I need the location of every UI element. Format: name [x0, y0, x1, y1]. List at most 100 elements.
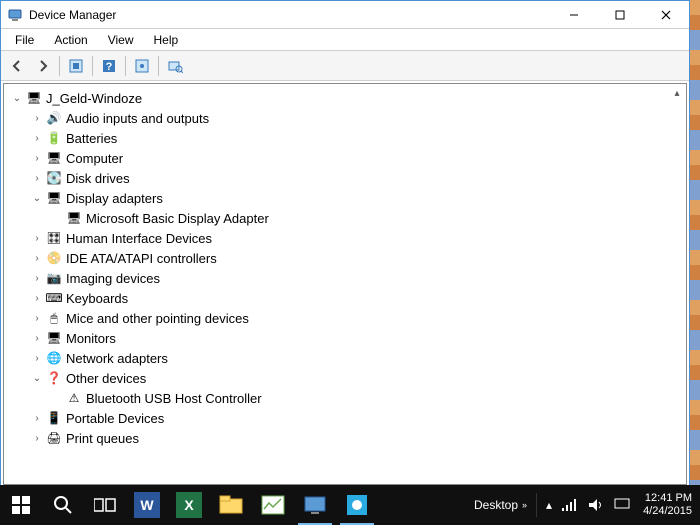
expand-arrow-icon[interactable]: › — [30, 351, 44, 365]
expand-arrow-icon[interactable]: › — [30, 311, 44, 325]
tree-node-label: J_Geld-Windoze — [46, 91, 142, 106]
tree-node[interactable]: ⚠ Bluetooth USB Host Controller — [6, 388, 684, 408]
show-hidden-button[interactable] — [64, 54, 88, 78]
taskview-button[interactable] — [84, 485, 126, 525]
search-button[interactable] — [42, 485, 84, 525]
collapse-arrow-icon[interactable]: ⌄ — [30, 371, 44, 385]
display-icon: 🖥 — [46, 190, 62, 206]
collapse-arrow-icon[interactable]: ⌄ — [30, 191, 44, 205]
tray-desktop-toolbar[interactable]: Desktop » — [469, 485, 532, 525]
tree-node-label: Display adapters — [66, 191, 163, 206]
computer-icon: 🖥 — [46, 150, 62, 166]
mouse-icon: 🖱 — [46, 310, 62, 326]
battery-icon: 🔋 — [46, 130, 62, 146]
back-button[interactable] — [5, 54, 29, 78]
tree-node[interactable]: ›📷 Imaging devices — [6, 268, 684, 288]
tree-node[interactable]: ⌄❓ Other devices — [6, 368, 684, 388]
tree-node-label: IDE ATA/ATAPI controllers — [66, 251, 217, 266]
tray-overflow-button[interactable]: ▴ — [541, 485, 557, 525]
tray-action-center-icon[interactable] — [609, 485, 635, 525]
tree-node[interactable]: ›🔋 Batteries — [6, 128, 684, 148]
monitor-icon: 🖥 — [46, 330, 62, 346]
expand-arrow-icon[interactable]: › — [30, 271, 44, 285]
tree-node[interactable]: ⌄🖥 Display adapters — [6, 188, 684, 208]
expand-arrow-icon[interactable]: › — [30, 111, 44, 125]
properties-button[interactable] — [130, 54, 154, 78]
expand-arrow-icon[interactable]: › — [30, 331, 44, 345]
forward-button[interactable] — [31, 54, 55, 78]
chevron-right-icon: » — [522, 500, 527, 510]
minimize-button[interactable] — [551, 1, 597, 29]
imaging-icon: 📷 — [46, 270, 62, 286]
tree-node-label: Keyboards — [66, 291, 128, 306]
tree-node[interactable]: ›⌨Keyboards — [6, 288, 684, 308]
warning-icon: ⚠ — [66, 390, 82, 406]
tree-node[interactable]: ›🔊Audio inputs and outputs — [6, 108, 684, 128]
taskbar-controlpanel[interactable] — [336, 485, 378, 525]
tree-node-label: Batteries — [66, 131, 117, 146]
taskbar-taskmgr[interactable] — [252, 485, 294, 525]
tree-node[interactable]: ›🖥 Computer — [6, 148, 684, 168]
tree-node-label: Audio inputs and outputs — [66, 111, 209, 126]
titlebar: Device Manager — [1, 1, 689, 29]
start-button[interactable] — [0, 485, 42, 525]
tray-volume-icon[interactable] — [583, 485, 609, 525]
tree-node[interactable]: 🖥Microsoft Basic Display Adapter — [6, 208, 684, 228]
taskbar-word[interactable]: W — [126, 485, 168, 525]
expand-arrow-icon[interactable]: › — [30, 411, 44, 425]
device-manager-window: Device Manager File Action View Help ? ▴… — [0, 0, 690, 488]
app-icon — [7, 7, 23, 23]
expand-arrow-icon[interactable]: › — [30, 131, 44, 145]
expand-arrow-icon[interactable]: › — [30, 291, 44, 305]
tree-node-label: Mice and other pointing devices — [66, 311, 249, 326]
tree-node[interactable]: ›🖥Monitors — [6, 328, 684, 348]
tree-node-label: Disk drives — [66, 171, 130, 186]
taskbar-excel[interactable]: X — [168, 485, 210, 525]
svg-text:W: W — [140, 497, 154, 513]
menu-action[interactable]: Action — [44, 31, 97, 49]
tree-node-label: Other devices — [66, 371, 146, 386]
menu-view[interactable]: View — [98, 31, 144, 49]
expand-arrow-icon[interactable]: › — [30, 151, 44, 165]
expand-arrow-icon[interactable]: › — [30, 171, 44, 185]
svg-text:X: X — [184, 497, 194, 513]
tray-network-icon[interactable] — [557, 485, 583, 525]
expand-arrow-icon[interactable]: › — [30, 251, 44, 265]
hid-icon: 🎛 — [46, 230, 62, 246]
tree-node[interactable]: ›💽 Disk drives — [6, 168, 684, 188]
expand-arrow-icon[interactable]: › — [30, 431, 44, 445]
device-tree[interactable]: ▴ ⌄🖥J_Geld-Windoze›🔊Audio inputs and out… — [3, 83, 687, 485]
scan-hardware-button[interactable] — [163, 54, 187, 78]
tree-node-label: Network adapters — [66, 351, 168, 366]
help-button[interactable]: ? — [97, 54, 121, 78]
tray-clock[interactable]: 12:41 PM 4/24/2015 — [635, 492, 700, 518]
computer-icon: 🖥 — [26, 90, 42, 106]
tree-node-label: Imaging devices — [66, 271, 160, 286]
tree-node[interactable]: ›🌐 Network adapters — [6, 348, 684, 368]
disk-icon: 💽 — [46, 170, 62, 186]
tree-node-label: Computer — [66, 151, 123, 166]
taskbar-explorer[interactable] — [210, 485, 252, 525]
tree-node[interactable]: ›🖱 Mice and other pointing devices — [6, 308, 684, 328]
expand-arrow-icon[interactable]: › — [30, 231, 44, 245]
menu-help[interactable]: Help — [144, 31, 189, 49]
ide-icon: 📀 — [46, 250, 62, 266]
display-icon: 🖥 — [66, 210, 82, 226]
tree-node-label: Bluetooth USB Host Controller — [86, 391, 262, 406]
network-icon: 🌐 — [46, 350, 62, 366]
other-icon: ❓ — [46, 370, 62, 386]
taskbar-devmgr[interactable] — [294, 485, 336, 525]
toolbar: ? — [1, 51, 689, 81]
tree-node[interactable]: ›🖨Print queues — [6, 428, 684, 448]
window-title: Device Manager — [29, 8, 551, 22]
tree-node[interactable]: ›📀 IDE ATA/ATAPI controllers — [6, 248, 684, 268]
collapse-arrow-icon[interactable]: ⌄ — [10, 91, 24, 105]
maximize-button[interactable] — [597, 1, 643, 29]
close-button[interactable] — [643, 1, 689, 29]
tree-node[interactable]: ⌄🖥 J_Geld-Windoze — [6, 88, 684, 108]
tree-node-label: Portable Devices — [66, 411, 164, 426]
tree-node[interactable]: ›🎛Human Interface Devices — [6, 228, 684, 248]
tree-node[interactable]: ›📱Portable Devices — [6, 408, 684, 428]
menu-file[interactable]: File — [5, 31, 44, 49]
printer-icon: 🖨 — [46, 430, 62, 446]
